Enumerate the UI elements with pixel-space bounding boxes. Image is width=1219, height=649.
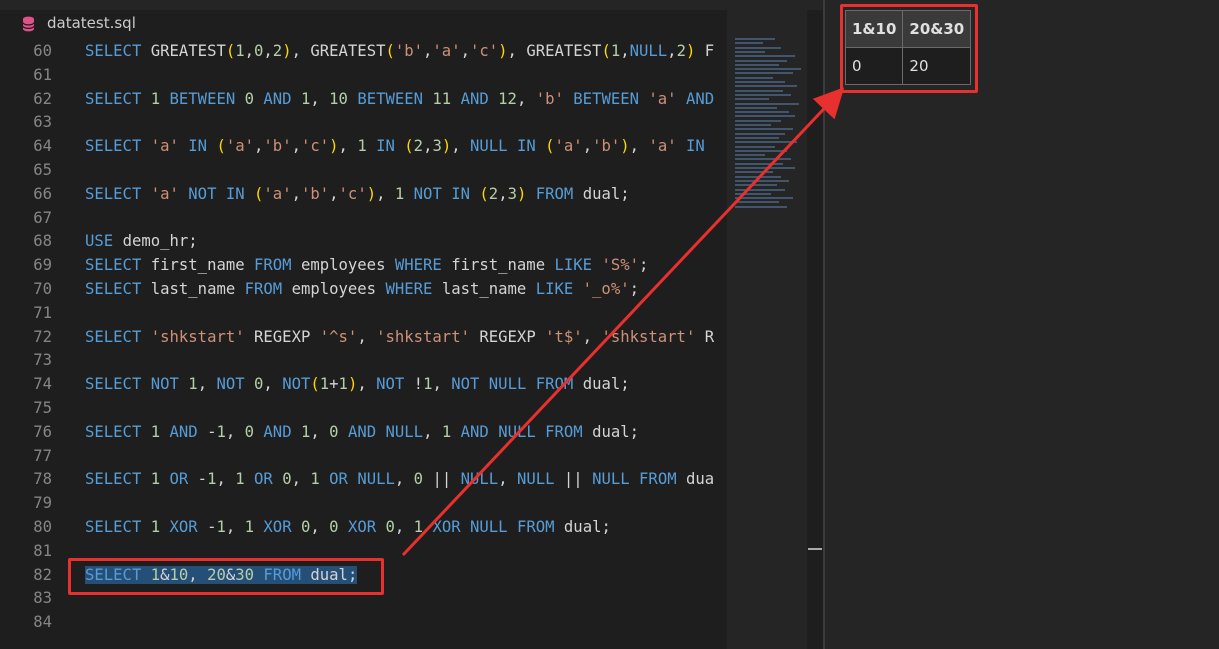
annotation-arrow — [401, 87, 845, 557]
